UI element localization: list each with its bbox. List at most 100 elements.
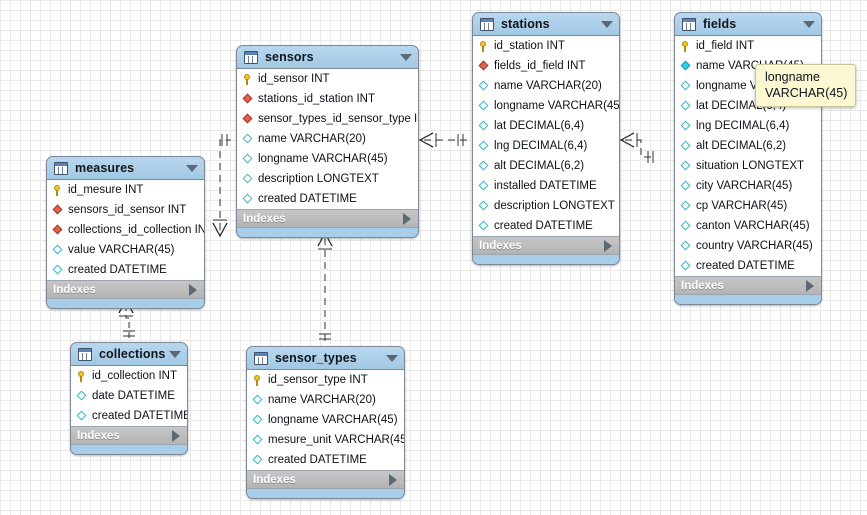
column-icon bbox=[243, 134, 254, 145]
column-row[interactable]: lng DECIMAL(6,4) bbox=[675, 116, 821, 136]
column-icon bbox=[479, 141, 490, 152]
column-row[interactable]: city VARCHAR(45) bbox=[675, 176, 821, 196]
column-row[interactable]: created DATETIME bbox=[237, 189, 418, 209]
table-measures[interactable]: measures id_mesure INT sensors_id_sensor I… bbox=[46, 156, 205, 309]
column-row[interactable]: value VARCHAR(45) bbox=[47, 240, 204, 260]
chevron-down-icon[interactable] bbox=[169, 350, 181, 358]
table-header-collections[interactable]: collections bbox=[71, 343, 187, 366]
column-row[interactable]: sensors_id_sensor INT bbox=[47, 200, 204, 220]
column-icon bbox=[681, 181, 692, 192]
column-icon bbox=[479, 101, 490, 112]
table-fields[interactable]: fields id_field INT name VARCHAR(45) longna… bbox=[674, 12, 822, 305]
column-row[interactable]: id_station INT bbox=[473, 36, 619, 56]
table-header-stations[interactable]: stations bbox=[473, 13, 619, 36]
column-row[interactable]: lat DECIMAL(6,4) bbox=[473, 116, 619, 136]
column-row[interactable]: stations_id_station INT bbox=[237, 89, 418, 109]
indexes-section-stations[interactable]: Indexes bbox=[473, 237, 619, 255]
column-label: description LONGTEXT bbox=[258, 173, 379, 185]
table-stations[interactable]: stations id_station INT fields_id_field IN… bbox=[472, 12, 620, 265]
table-sensor_types[interactable]: sensor_types id_sensor_type INT name VARCH… bbox=[246, 346, 405, 499]
column-row[interactable]: description LONGTEXT bbox=[237, 169, 418, 189]
table-icon bbox=[54, 161, 68, 175]
column-row[interactable]: created DATETIME bbox=[47, 260, 204, 280]
table-collections[interactable]: collections id_collection INT date DATETIM… bbox=[70, 342, 188, 455]
indexes-label: Indexes bbox=[53, 283, 96, 296]
chevron-right-icon[interactable] bbox=[806, 279, 814, 292]
column-row[interactable]: created DATETIME bbox=[473, 216, 619, 236]
column-label: country VARCHAR(45) bbox=[696, 240, 813, 252]
column-label: cp VARCHAR(45) bbox=[696, 200, 788, 212]
column-icon bbox=[681, 221, 692, 232]
column-row[interactable]: longname VARCHAR(45) bbox=[473, 96, 619, 116]
column-label: description LONGTEXT bbox=[494, 200, 615, 212]
indexes-section-sensors[interactable]: Indexes bbox=[237, 210, 418, 228]
column-row[interactable]: name VARCHAR(20) bbox=[247, 390, 404, 410]
chevron-right-icon[interactable] bbox=[403, 212, 411, 225]
column-icon bbox=[479, 181, 490, 192]
column-label: situation LONGTEXT bbox=[696, 160, 805, 172]
table-icon bbox=[682, 17, 696, 31]
column-row[interactable]: longname VARCHAR(45) bbox=[247, 410, 404, 430]
chevron-right-icon[interactable] bbox=[389, 473, 397, 486]
column-row[interactable]: id_mesure INT bbox=[47, 180, 204, 200]
column-label: created DATETIME bbox=[92, 410, 188, 422]
column-label: longname VARCHAR(45) bbox=[494, 100, 620, 112]
column-label: alt DECIMAL(6,2) bbox=[494, 160, 585, 172]
column-row[interactable]: fields_id_field INT bbox=[473, 56, 619, 76]
chevron-down-icon[interactable] bbox=[803, 20, 815, 28]
column-row[interactable]: mesure_unit VARCHAR(45) bbox=[247, 430, 404, 450]
column-row[interactable]: date DATETIME bbox=[71, 386, 187, 406]
table-sensors[interactable]: sensors id_sensor INT stations_id_station … bbox=[236, 45, 419, 238]
table-header-measures[interactable]: measures bbox=[47, 157, 204, 180]
column-row[interactable]: id_sensor INT bbox=[237, 69, 418, 89]
column-row[interactable]: installed DATETIME bbox=[473, 176, 619, 196]
table-footer bbox=[473, 255, 619, 264]
column-label: value VARCHAR(45) bbox=[68, 244, 175, 256]
chevron-right-icon[interactable] bbox=[189, 283, 197, 296]
column-row[interactable]: canton VARCHAR(45) bbox=[675, 216, 821, 236]
table-header-fields[interactable]: fields bbox=[675, 13, 821, 36]
indexes-section-fields[interactable]: Indexes bbox=[675, 277, 821, 295]
column-row[interactable]: alt DECIMAL(6,2) bbox=[675, 136, 821, 156]
chevron-down-icon[interactable] bbox=[601, 20, 613, 28]
chevron-down-icon[interactable] bbox=[186, 164, 198, 172]
column-icon bbox=[479, 121, 490, 132]
column-row[interactable]: sensor_types_id_sensor_type INT bbox=[237, 109, 418, 129]
column-label: name VARCHAR(20) bbox=[268, 394, 376, 406]
column-icon bbox=[243, 174, 254, 185]
column-row[interactable]: alt DECIMAL(6,2) bbox=[473, 156, 619, 176]
column-row[interactable]: description LONGTEXT bbox=[473, 196, 619, 216]
chevron-down-icon[interactable] bbox=[400, 53, 412, 61]
primary-key-icon bbox=[77, 370, 88, 382]
table-header-sensor_types[interactable]: sensor_types bbox=[247, 347, 404, 370]
column-icon bbox=[53, 245, 64, 256]
indexes-section-collections[interactable]: Indexes bbox=[71, 427, 187, 445]
column-row[interactable]: name VARCHAR(20) bbox=[237, 129, 418, 149]
column-row[interactable]: created DATETIME bbox=[71, 406, 187, 426]
column-row[interactable]: created DATETIME bbox=[675, 256, 821, 276]
column-row[interactable]: situation LONGTEXT bbox=[675, 156, 821, 176]
foreign-key-icon bbox=[243, 114, 254, 125]
chevron-right-icon[interactable] bbox=[604, 239, 612, 252]
column-row[interactable]: id_field INT bbox=[675, 36, 821, 56]
column-row[interactable]: name VARCHAR(20) bbox=[473, 76, 619, 96]
column-row[interactable]: cp VARCHAR(45) bbox=[675, 196, 821, 216]
column-row[interactable]: longname VARCHAR(45) bbox=[237, 149, 418, 169]
indexes-section-measures[interactable]: Indexes bbox=[47, 281, 204, 299]
column-label: fields_id_field INT bbox=[494, 60, 586, 72]
table-header-sensors[interactable]: sensors bbox=[237, 46, 418, 69]
eer-diagram-canvas[interactable]: measures id_mesure INT sensors_id_sensor I… bbox=[0, 0, 867, 515]
indexes-section-sensor_types[interactable]: Indexes bbox=[247, 471, 404, 489]
column-row[interactable]: country VARCHAR(45) bbox=[675, 236, 821, 256]
chevron-right-icon[interactable] bbox=[172, 429, 180, 442]
column-row[interactable]: lng DECIMAL(6,4) bbox=[473, 136, 619, 156]
column-label: installed DATETIME bbox=[494, 180, 597, 192]
column-icon bbox=[681, 201, 692, 212]
column-label: id_field INT bbox=[696, 40, 755, 52]
column-row[interactable]: id_sensor_type INT bbox=[247, 370, 404, 390]
column-row[interactable]: id_collection INT bbox=[71, 366, 187, 386]
column-row[interactable]: collections_id_collection INT bbox=[47, 220, 204, 240]
chevron-down-icon[interactable] bbox=[386, 354, 398, 362]
column-label: created DATETIME bbox=[258, 193, 357, 205]
column-row[interactable]: created DATETIME bbox=[247, 450, 404, 470]
